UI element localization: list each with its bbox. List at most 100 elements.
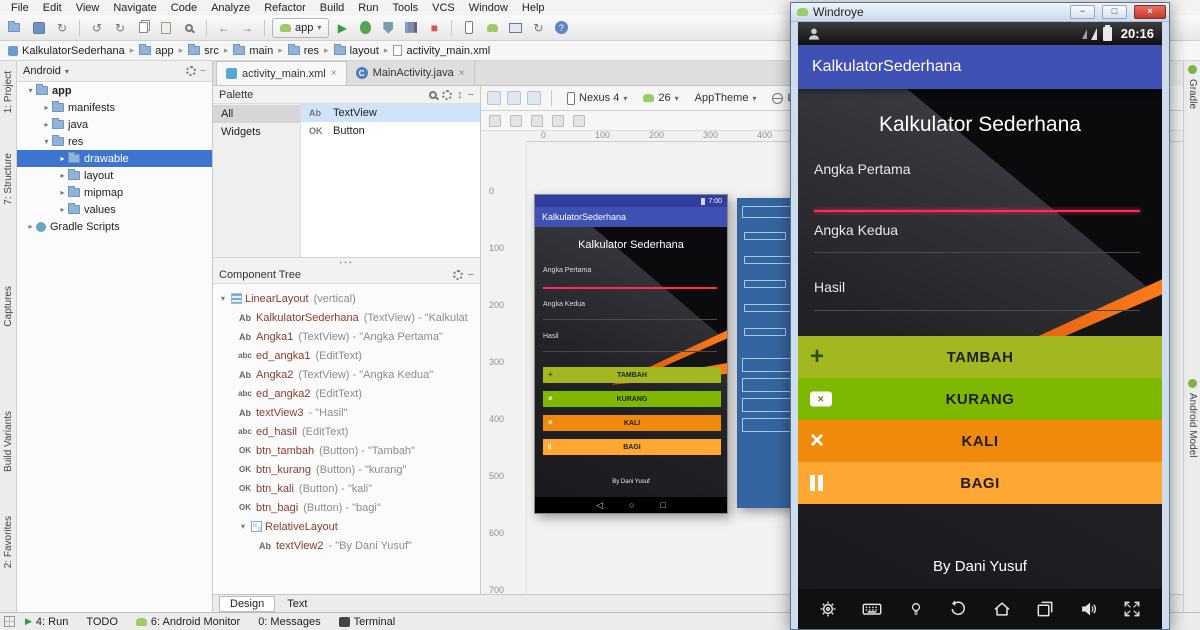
menu-analyze[interactable]: Analyze: [204, 2, 257, 14]
forward-arrow-icon[interactable]: →: [237, 18, 257, 38]
search-icon[interactable]: [179, 18, 199, 38]
minimize-icon[interactable]: −: [468, 269, 474, 281]
palette-item-textview[interactable]: Ab TextView: [301, 104, 480, 122]
tab-text[interactable]: Text: [277, 596, 317, 612]
project-view-select[interactable]: Android: [23, 65, 61, 77]
settings-gear-icon[interactable]: [818, 599, 838, 619]
debug-icon[interactable]: [355, 18, 375, 38]
home-nav-icon[interactable]: [992, 599, 1012, 619]
statusbar-messages[interactable]: 0: Messages: [250, 616, 328, 628]
menu-view[interactable]: View: [69, 2, 107, 14]
tree-item-textview2[interactable]: Ab textView2 - "By Dani Yusuf": [213, 536, 480, 555]
chevron-right-icon[interactable]: ▸: [57, 171, 68, 180]
tambah-button[interactable]: + TAMBAH: [798, 336, 1162, 378]
preview-label-hasil[interactable]: Hasil: [543, 333, 559, 340]
sync-icon[interactable]: ↻: [52, 18, 72, 38]
fullscreen-icon[interactable]: [1122, 599, 1142, 619]
search-icon[interactable]: [429, 90, 438, 99]
edittext-angka2[interactable]: [814, 252, 1140, 253]
breadcrumb-project[interactable]: KalkulatorSederhana: [6, 45, 127, 57]
project-item-drawable[interactable]: ▸ drawable: [17, 150, 212, 167]
project-item-mipmap[interactable]: ▸ mipmap: [17, 184, 212, 201]
tree-item-relativelayout[interactable]: ▾ RelativeLayout: [213, 517, 480, 536]
tree-item-linearlayout[interactable]: ▾ LinearLayout (vertical): [213, 289, 480, 308]
chevron-right-icon[interactable]: ▸: [25, 222, 36, 231]
save-icon[interactable]: [29, 18, 49, 38]
tree-item-angka1[interactable]: Ab Angka1 (TextView) - "Angka Pertama": [213, 327, 480, 346]
orientation-icon[interactable]: [507, 91, 521, 105]
paste-icon[interactable]: [156, 18, 176, 38]
menu-navigate[interactable]: Navigate: [106, 2, 163, 14]
tab-design[interactable]: Design: [219, 595, 276, 612]
bagi-button[interactable]: BAGI: [798, 462, 1162, 504]
chevron-right-icon[interactable]: ▸: [57, 154, 68, 163]
chevron-down-icon[interactable]: ▾: [217, 294, 229, 303]
theme-select[interactable]: AppTheme ▾: [690, 88, 762, 108]
breadcrumb-file[interactable]: activity_main.xml: [391, 45, 492, 57]
gear-icon[interactable]: [442, 89, 453, 100]
preview-footer[interactable]: By Dani Yusuf: [535, 479, 727, 485]
menu-window[interactable]: Window: [462, 2, 515, 14]
tree-item-btn-bagi[interactable]: OK btn_bagi (Button) - "bagi": [213, 498, 480, 517]
close-icon[interactable]: ×: [331, 68, 337, 79]
emulator-title-bar[interactable]: Windroye − □ ×: [791, 3, 1169, 22]
toolwindow-toggle-icon[interactable]: [4, 616, 15, 627]
device-select[interactable]: Nexus 4 ▾: [562, 88, 632, 108]
menu-tools[interactable]: Tools: [385, 2, 425, 14]
sort-icon[interactable]: ↕: [457, 89, 463, 101]
kurang-button[interactable]: × KURANG: [798, 378, 1162, 420]
statusbar-todo[interactable]: TODO: [78, 616, 126, 628]
volume-icon[interactable]: [1079, 599, 1099, 619]
gradle-sync-icon[interactable]: ↻: [528, 18, 548, 38]
preview-edittext-hasil[interactable]: [543, 351, 717, 352]
menu-build[interactable]: Build: [313, 2, 351, 14]
open-icon[interactable]: [6, 18, 26, 38]
preview-edittext-angka1[interactable]: [543, 287, 717, 289]
statusbar-terminal[interactable]: Terminal: [331, 616, 404, 628]
preview-heading[interactable]: Kalkulator Sederhana: [535, 239, 727, 251]
tool-tab-build-variants[interactable]: Build Variants: [3, 411, 14, 472]
kali-button[interactable]: × KALI: [798, 420, 1162, 462]
tool-tab-gradle[interactable]: Gradle: [1187, 79, 1198, 109]
breadcrumb-src[interactable]: src: [186, 44, 221, 57]
show-design-icon[interactable]: [489, 114, 501, 127]
close-button[interactable]: ×: [1134, 5, 1166, 19]
stop-button[interactable]: ■: [424, 18, 444, 38]
breadcrumb-app[interactable]: app: [137, 44, 175, 57]
preview-label-angka1[interactable]: Angka Pertama: [543, 267, 591, 274]
preview-action-bar[interactable]: KalkulatorSederhana: [535, 207, 727, 227]
chevron-right-icon[interactable]: ▸: [57, 205, 68, 214]
minimize-button[interactable]: −: [1070, 5, 1095, 19]
run-button[interactable]: ▶: [332, 18, 352, 38]
chevron-down-icon[interactable]: ▾: [237, 522, 249, 531]
chevron-down-icon[interactable]: ▾: [41, 137, 52, 146]
preview-edittext-angka2[interactable]: [543, 319, 717, 320]
breadcrumb-res[interactable]: res: [286, 44, 321, 57]
coverage-icon[interactable]: [378, 18, 398, 38]
profiler-icon[interactable]: [401, 18, 421, 38]
preview-button-bagi[interactable]: || BAGI: [543, 439, 721, 455]
palette-group-all[interactable]: All: [213, 105, 300, 123]
layout-preview[interactable]: 7:00 KalkulatorSederhana Kalkulator Sede…: [534, 194, 728, 514]
menu-run[interactable]: Run: [351, 2, 385, 14]
back-nav-icon[interactable]: [948, 599, 968, 619]
design-surface-icon[interactable]: [487, 91, 501, 105]
tool-tab-favorites[interactable]: 2: Favorites: [3, 516, 14, 568]
maximize-button[interactable]: □: [1102, 5, 1127, 19]
tab-activity-main-xml[interactable]: activity_main.xml ×: [216, 61, 347, 85]
tool-tab-structure[interactable]: 7: Structure: [3, 153, 14, 205]
pan-icon[interactable]: [573, 114, 585, 127]
tree-item-ed-angka1[interactable]: abc ed_angka1 (EditText): [213, 346, 480, 365]
menu-edit[interactable]: Edit: [36, 2, 69, 14]
android-monitor-icon[interactable]: [505, 18, 525, 38]
recents-nav-icon[interactable]: [1035, 599, 1055, 619]
statusbar-run[interactable]: ▶ 4: Run: [17, 616, 76, 628]
menu-file[interactable]: File: [4, 2, 36, 14]
project-item-manifests[interactable]: ▸ manifests: [17, 99, 212, 116]
close-icon[interactable]: ×: [459, 68, 465, 79]
lightbulb-icon[interactable]: [907, 600, 925, 618]
preview-button-kurang[interactable]: × KURANG: [543, 391, 721, 407]
undo-icon[interactable]: ↺: [87, 18, 107, 38]
palette-item-button[interactable]: OK Button: [301, 122, 480, 140]
tool-tab-project[interactable]: 1: Project: [3, 71, 14, 113]
